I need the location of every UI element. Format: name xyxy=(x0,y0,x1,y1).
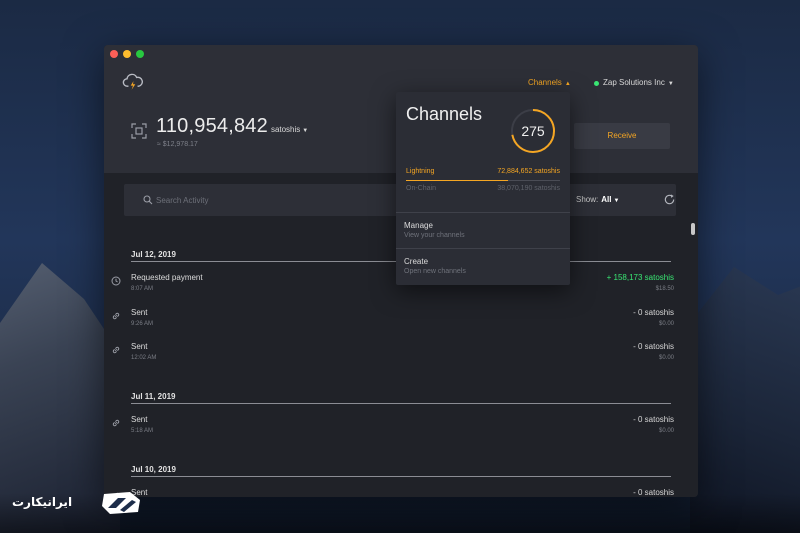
chevron-down-icon: ▼ xyxy=(302,128,309,134)
activity-row[interactable]: Sent 12:02 AM - 0 satoshis $0.00 xyxy=(111,342,674,370)
chevron-up-icon: ▲ xyxy=(564,81,571,87)
create-subtitle: Open new channels xyxy=(404,268,466,275)
balance-display: 110,954,842 satoshis ▼ xyxy=(156,115,308,138)
activity-scrollbar[interactable] xyxy=(691,223,695,493)
channels-panel-title: Channels xyxy=(406,104,483,124)
cloud-lightning-icon[interactable] xyxy=(122,71,144,93)
balance-unit-selector[interactable]: satoshis ▼ xyxy=(271,125,308,134)
clock-icon xyxy=(111,276,121,286)
balance-unit-label: satoshis xyxy=(270,125,301,134)
chevron-down-icon: ▼ xyxy=(613,198,620,204)
search-icon xyxy=(143,195,153,205)
activity-amount: - 0 satoshis xyxy=(633,308,674,317)
date-header: Jul 10, 2019 xyxy=(131,465,671,477)
zoom-window-button[interactable] xyxy=(136,50,144,58)
desktop-mountain-right xyxy=(690,267,800,533)
create-channel-item[interactable]: Create Open new channels xyxy=(404,257,562,285)
activity-time: 12:02 AM xyxy=(131,355,157,361)
link-icon xyxy=(112,419,120,427)
activity-fiat: $0.00 xyxy=(658,321,674,327)
chevron-down-icon: ▼ xyxy=(667,81,674,87)
panel-divider xyxy=(396,212,570,213)
minimize-window-button[interactable] xyxy=(123,50,131,58)
activity-time: 9:26 AM xyxy=(131,321,154,327)
company-name: Zap Solutions Inc xyxy=(603,78,665,87)
qr-code-icon[interactable] xyxy=(131,123,147,139)
fiat-balance: ≈ $12,978.17 xyxy=(157,141,198,148)
manage-subtitle: View your channels xyxy=(404,232,465,239)
online-status-dot xyxy=(594,81,599,86)
create-title: Create xyxy=(404,257,429,266)
activity-amount: - 0 satoshis xyxy=(633,342,674,351)
activity-fiat: $0.00 xyxy=(658,428,674,434)
activity-title: Sent xyxy=(131,415,148,424)
activity-title: Requested payment xyxy=(131,273,203,282)
search-activity-input[interactable] xyxy=(156,193,376,207)
activity-row[interactable]: Sent 9:26 AM - 0 satoshis $0.00 xyxy=(111,308,674,336)
card-logo-icon xyxy=(102,492,140,514)
onchain-balance-row: On-Chain 38,070,190 satoshis xyxy=(406,185,560,197)
balance-amount: 110,954,842 xyxy=(156,115,268,137)
lightning-label: Lightning xyxy=(406,168,435,175)
show-filter-value: All xyxy=(601,195,612,204)
activity-amount: - 0 satoshis xyxy=(633,488,674,497)
wallet-switcher[interactable]: Zap Solutions Inc ▼ xyxy=(603,78,674,87)
activity-row[interactable]: Sent 5:18 AM - 0 satoshis $0.00 xyxy=(111,415,674,443)
lightning-balance-row: Lightning 72,884,652 satoshis xyxy=(406,168,560,180)
manage-title: Manage xyxy=(404,221,433,230)
channels-dropdown: Channels 275 Lightning 72,884,652 satosh… xyxy=(396,92,570,285)
title-bar xyxy=(104,45,698,63)
receive-button[interactable]: Receive xyxy=(574,123,670,149)
channel-count-gauge: 275 xyxy=(511,109,555,153)
activity-row[interactable]: Requested payment 8:07 AM + 158,173 sato… xyxy=(111,273,674,301)
manage-channels-item[interactable]: Manage View your channels xyxy=(404,221,562,249)
lightning-share-fill xyxy=(406,180,508,181)
watermark: ایرانیکارت xyxy=(12,490,142,516)
link-icon xyxy=(112,312,120,320)
link-icon xyxy=(112,346,120,354)
app-window: Channels ▲ Zap Solutions Inc ▼ 110,954,842… xyxy=(104,45,698,497)
lightning-value: 72,884,652 satoshis xyxy=(497,168,560,175)
activity-filter[interactable]: Show: All ▼ xyxy=(576,195,619,204)
desktop-mountain-left xyxy=(0,263,120,533)
activity-time: 5:18 AM xyxy=(131,428,154,434)
activity-fiat: $0.00 xyxy=(658,355,674,361)
scrollbar-thumb[interactable] xyxy=(691,223,695,235)
activity-amount: + 158,173 satoshis xyxy=(606,273,674,282)
watermark-text: ایرانیکارت xyxy=(12,495,73,509)
activity-time: 8:07 AM xyxy=(131,286,154,292)
activity-row[interactable]: Sent - 0 satoshis xyxy=(111,488,674,497)
activity-title: Sent xyxy=(131,308,148,317)
onchain-label: On-Chain xyxy=(406,185,436,192)
channel-count: 275 xyxy=(521,123,545,139)
date-header: Jul 11, 2019 xyxy=(131,392,671,404)
activity-fiat: $18.50 xyxy=(655,286,674,292)
show-filter-label: Show: xyxy=(576,195,599,204)
refresh-icon[interactable] xyxy=(663,193,676,206)
lightning-share-bar xyxy=(406,180,560,181)
channels-menu-button[interactable]: Channels ▲ xyxy=(528,78,571,87)
panel-divider xyxy=(396,248,570,249)
activity-title: Sent xyxy=(131,342,148,351)
onchain-value: 38,070,190 satoshis xyxy=(497,185,560,192)
channels-menu-label: Channels xyxy=(528,78,562,87)
activity-amount: - 0 satoshis xyxy=(633,415,674,424)
close-window-button[interactable] xyxy=(110,50,118,58)
